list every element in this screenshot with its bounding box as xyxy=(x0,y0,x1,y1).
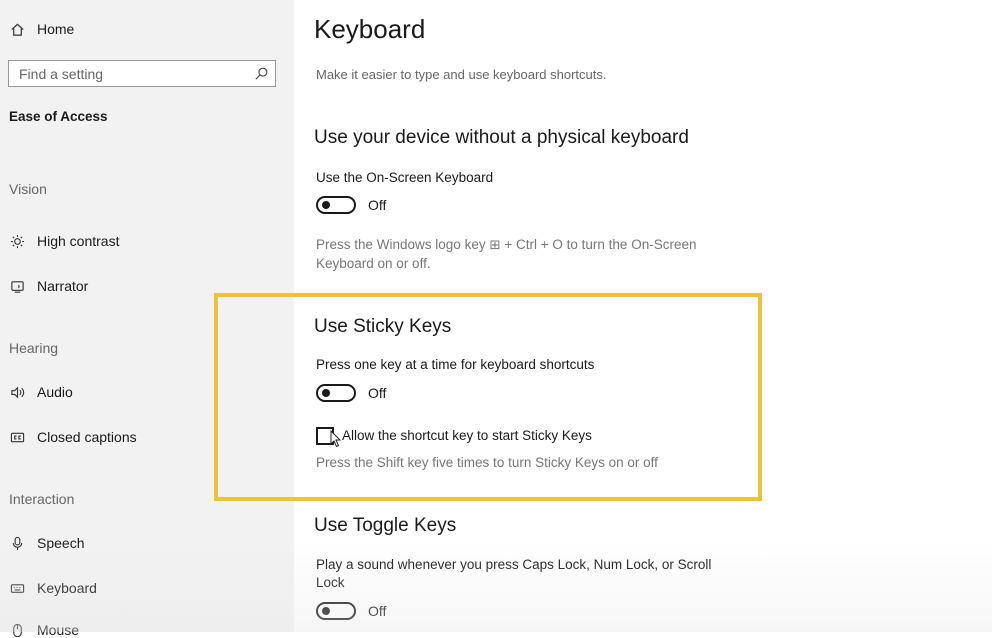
sticky-keys-state: Off xyxy=(368,385,387,401)
on-screen-keyboard-state: Off xyxy=(368,197,387,213)
toggle-keys-label-line1: Play a sound whenever you press Caps Loc… xyxy=(316,557,712,572)
sidebar-item-high-contrast[interactable]: High contrast xyxy=(9,233,119,249)
sidebar-item-label: Keyboard xyxy=(37,580,97,596)
keyboard-icon xyxy=(9,580,25,596)
sticky-keys-help: Press the Shift key five times to turn S… xyxy=(316,455,658,470)
on-screen-keyboard-label: Use the On-Screen Keyboard xyxy=(316,170,494,185)
sticky-keys-label: Press one key at a time for keyboard sho… xyxy=(316,357,595,372)
sidebar-item-speech[interactable]: Speech xyxy=(9,535,84,551)
search-icon[interactable] xyxy=(254,66,269,81)
sidebar-item-home[interactable]: Home xyxy=(9,21,74,37)
sticky-keys-shortcut-label[interactable]: Allow the shortcut key to start Sticky K… xyxy=(342,428,592,443)
sidebar-item-label: Closed captions xyxy=(37,429,137,445)
toggle-knob xyxy=(322,201,330,209)
toggle-keys-label-line2: Lock xyxy=(316,575,345,590)
sidebar-item-label: Home xyxy=(37,21,75,37)
sidebar-item-narrator[interactable]: Narrator xyxy=(9,278,88,294)
toggle-knob xyxy=(322,607,330,615)
mouse-icon xyxy=(9,622,25,638)
main-content: Keyboard Make it easier to type and use … xyxy=(294,0,992,632)
toggle-keys-toggle[interactable] xyxy=(316,602,356,620)
sidebar-item-audio[interactable]: Audio xyxy=(9,384,73,400)
page-description: Make it easier to type and use keyboard … xyxy=(316,67,607,82)
sidebar-item-label: Mouse xyxy=(37,622,80,638)
search-input[interactable] xyxy=(19,65,239,83)
sidebar-item-keyboard[interactable]: Keyboard xyxy=(9,580,97,596)
section-heading-sticky-keys: Use Sticky Keys xyxy=(314,316,452,337)
section-heading-on-screen: Use your device without a physical keybo… xyxy=(314,127,689,148)
section-label-vision: Vision xyxy=(9,181,47,197)
brightness-icon xyxy=(9,233,25,249)
section-label-interaction: Interaction xyxy=(9,491,75,507)
on-screen-help-line2: Keyboard on or off. xyxy=(316,256,431,271)
page-title: Keyboard xyxy=(314,14,426,44)
sidebar-item-label: Narrator xyxy=(37,278,89,294)
section-label-hearing: Hearing xyxy=(9,340,59,356)
sidebar-item-label: Speech xyxy=(37,535,85,551)
sidebar-item-mouse[interactable]: Mouse xyxy=(9,622,79,638)
narrator-icon xyxy=(9,278,25,294)
speaker-icon xyxy=(9,384,25,400)
active-category: Ease of Access xyxy=(9,109,108,124)
microphone-icon xyxy=(9,535,25,551)
on-screen-help-line1: Press the Windows logo key ⊞ + Ctrl + O … xyxy=(316,237,697,252)
sidebar: Home Ease of Access Vision High contrast… xyxy=(0,0,294,638)
sidebar-item-label: Audio xyxy=(37,384,73,400)
on-screen-keyboard-toggle[interactable] xyxy=(316,196,356,214)
mouse-cursor-icon xyxy=(330,430,342,448)
section-heading-toggle-keys: Use Toggle Keys xyxy=(314,515,457,536)
search-box[interactable] xyxy=(8,60,276,87)
sidebar-item-closed-captions[interactable]: Closed captions xyxy=(9,429,137,445)
toggle-knob xyxy=(322,389,330,397)
closed-captions-icon xyxy=(9,429,25,445)
sidebar-item-label: High contrast xyxy=(37,233,120,249)
sticky-keys-toggle[interactable] xyxy=(316,384,356,402)
toggle-keys-state: Off xyxy=(368,603,387,619)
home-icon xyxy=(9,21,25,37)
